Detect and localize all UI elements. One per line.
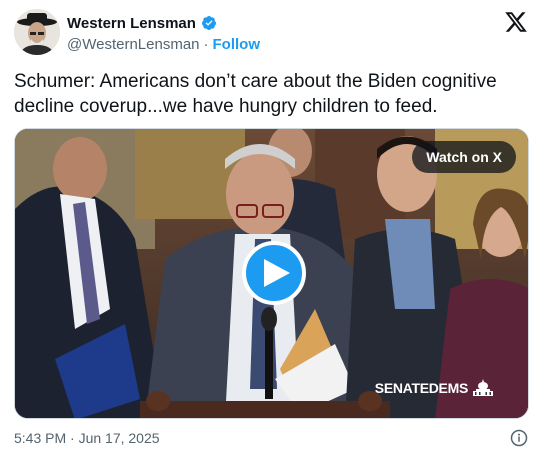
handle-row: @WesternLensman · Follow	[67, 36, 260, 53]
video-player[interactable]: Watch on X SENATEDEMS	[14, 128, 529, 419]
name-row: Western Lensman	[67, 13, 260, 33]
info-icon[interactable]	[510, 429, 528, 447]
timestamp[interactable]: 5:43 PM · Jun 17, 2025	[14, 430, 160, 446]
play-icon	[263, 259, 290, 287]
watermark-text: SENATEDEMS	[374, 380, 469, 396]
follow-button[interactable]: Follow	[213, 36, 261, 53]
tweet-card: Western Lensman @WesternLensman · Follow…	[0, 0, 542, 455]
display-name[interactable]: Western Lensman	[67, 15, 196, 32]
watch-on-x-button[interactable]: Watch on X	[412, 141, 516, 173]
avatar-image	[14, 9, 60, 55]
capitol-icon	[473, 379, 493, 396]
avatar[interactable]	[14, 9, 60, 55]
play-button[interactable]	[242, 241, 306, 305]
handle[interactable]: @WesternLensman	[67, 36, 200, 53]
senatedems-watermark: SENATEDEMS	[375, 378, 494, 398]
x-logo-icon[interactable]	[504, 10, 528, 34]
separator-dot: ·	[203, 36, 209, 53]
tweet-text: Schumer: Americans don’t care about the …	[14, 71, 497, 117]
verified-badge-icon	[201, 16, 216, 30]
author-block: Western Lensman @WesternLensman · Follow	[67, 13, 260, 54]
